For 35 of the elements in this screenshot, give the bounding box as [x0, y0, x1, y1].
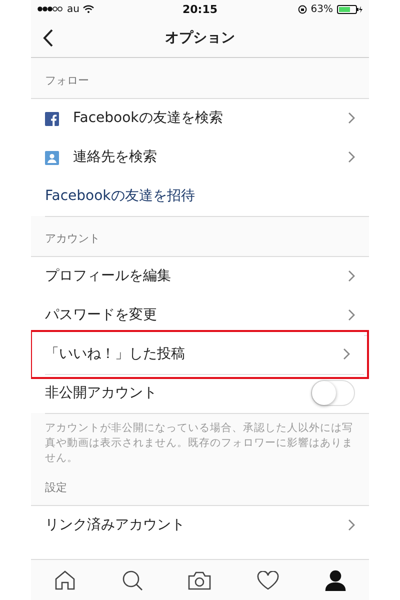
home-icon[interactable] — [54, 570, 76, 590]
chevron-right-icon — [343, 348, 350, 360]
section-header: 設定 — [45, 480, 67, 495]
clock-time: 20:15 — [182, 2, 218, 16]
contact-icon — [45, 150, 59, 164]
wifi-icon — [83, 5, 94, 13]
menu-item[interactable]: 連絡先を検索 — [73, 148, 157, 166]
setting-label: 非公開アカウント — [45, 384, 157, 402]
menu-item[interactable]: リンク済みアカウント — [45, 516, 185, 534]
section-header: フォロー — [45, 73, 89, 88]
chevron-right-icon — [348, 270, 355, 282]
profile-icon[interactable] — [325, 570, 346, 590]
section-description: アカウントが非公開になっている場合、承認した人以外には写真や動画は表示されません。既存のフォロワーに影響はありません。 — [45, 422, 353, 464]
chevron-right-icon — [348, 151, 355, 163]
chevron-right-icon — [348, 112, 355, 124]
rotation-lock-icon — [298, 4, 307, 14]
camera-icon[interactable] — [188, 570, 212, 590]
search-icon[interactable] — [122, 570, 143, 590]
menu-item[interactable]: パスワードを変更 — [45, 306, 157, 324]
section-header: アカウント — [45, 231, 100, 246]
menu-item[interactable]: プロフィールを編集 — [45, 267, 171, 285]
back-icon[interactable] — [43, 28, 53, 46]
screen-title: オプション — [165, 28, 235, 46]
chevron-right-icon — [348, 309, 355, 321]
invite-link[interactable]: Facebookの友達を招待 — [45, 187, 195, 205]
menu-item[interactable]: 「いいね！」した投稿 — [45, 345, 185, 363]
battery-icon — [337, 4, 363, 14]
battery-percent: 63% — [310, 4, 333, 14]
signal-icon — [37, 6, 63, 12]
toggle-switch[interactable] — [311, 380, 355, 406]
facebook-icon — [45, 112, 59, 126]
menu-item[interactable]: Facebookの友達を検索 — [73, 109, 223, 127]
heart-icon[interactable] — [257, 570, 280, 590]
carrier-name: au — [67, 4, 80, 14]
chevron-right-icon — [348, 519, 355, 531]
